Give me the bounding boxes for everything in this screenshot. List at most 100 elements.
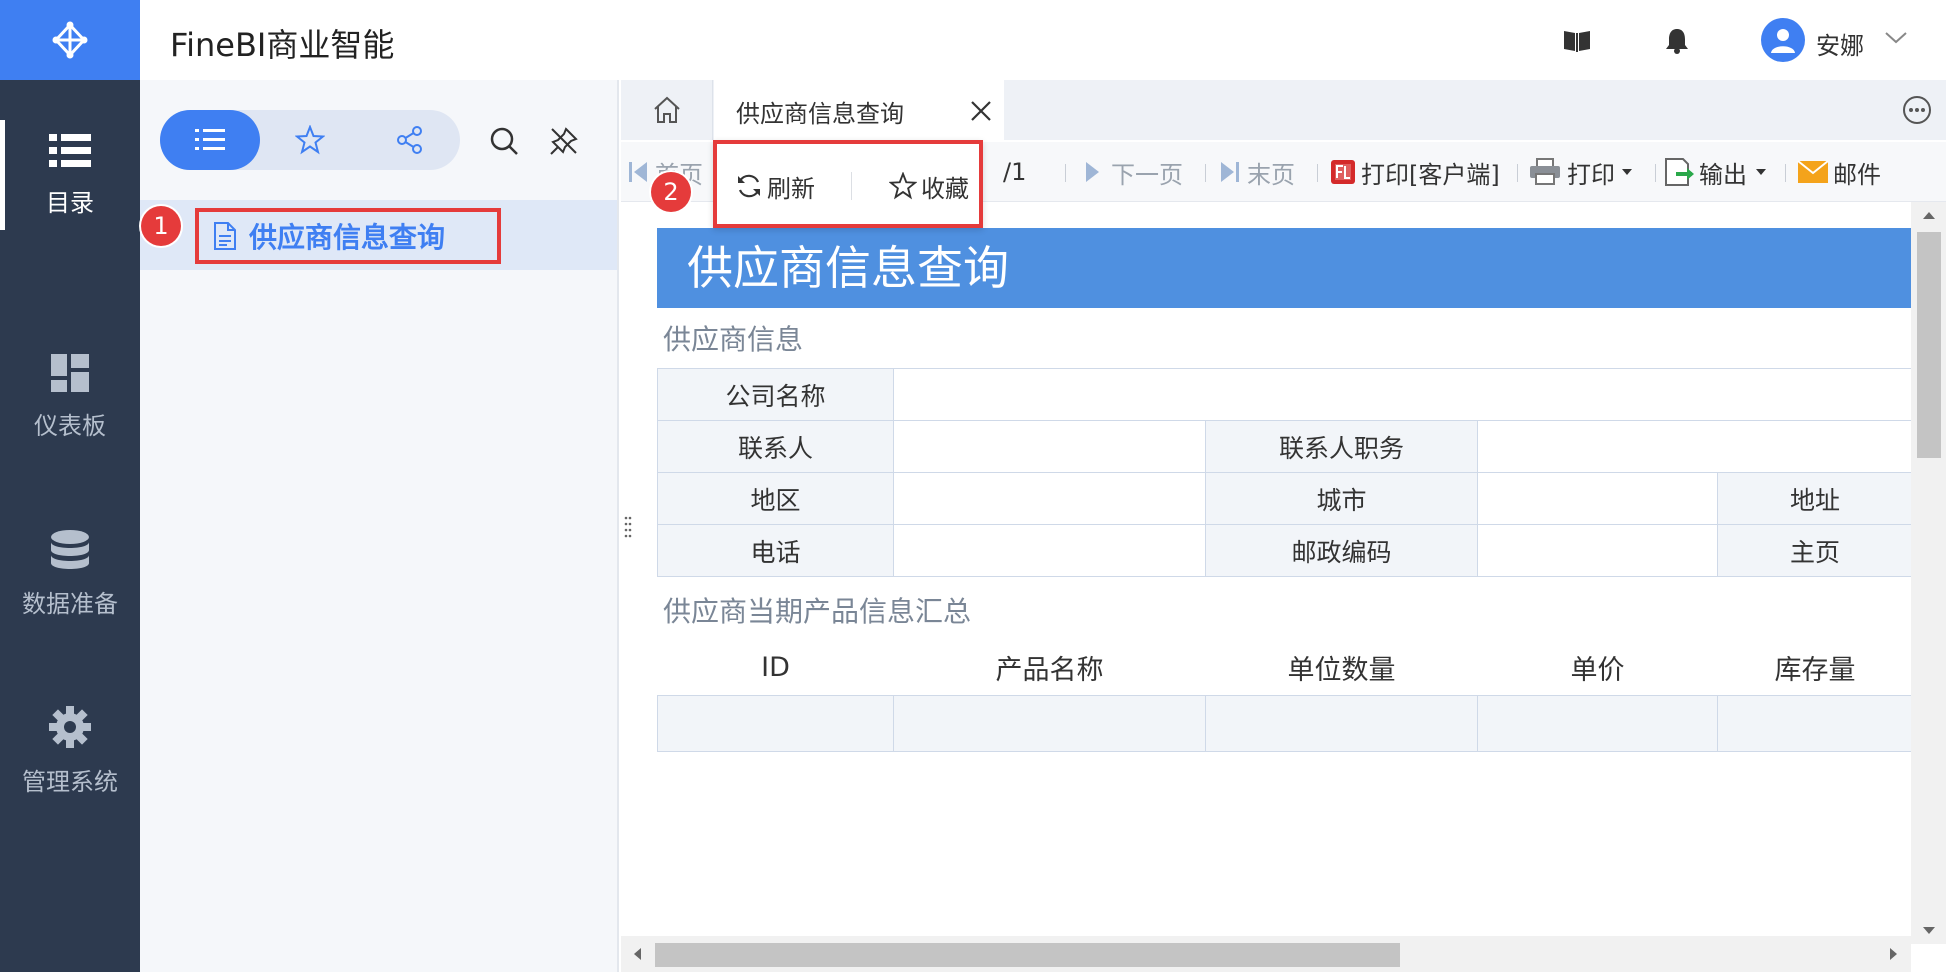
favorite-button[interactable]: 收藏 [889, 166, 969, 206]
nav-item-catalog[interactable]: 目录 [0, 120, 140, 230]
user-name[interactable]: 安娜 [1816, 26, 1864, 61]
table-row [657, 694, 1913, 752]
table-cell [1205, 694, 1478, 752]
column-header: 产品名称 [995, 655, 1104, 687]
caret-down-icon [1622, 169, 1632, 175]
field-label-company: 公司名称 [657, 368, 894, 421]
refresh-button[interactable]: 刷新 [735, 166, 815, 206]
nav-label-catalog: 目录 [46, 188, 94, 217]
field-value-phone [893, 524, 1206, 577]
horizontal-scroll-thumb[interactable] [655, 943, 1400, 967]
table-cell [1717, 694, 1913, 752]
field-value-company [893, 368, 1913, 421]
table-row: 地区 城市 地址 [657, 472, 1913, 525]
refresh-label: 刷新 [767, 174, 815, 203]
scroll-down-icon[interactable] [1922, 926, 1936, 936]
panel-splitter-handle[interactable] [624, 515, 632, 539]
toolbar-separator [1655, 164, 1656, 182]
list-icon [49, 133, 91, 167]
table-row: 公司名称 [657, 368, 1913, 421]
bell-icon[interactable] [1662, 26, 1692, 56]
next-page-button[interactable]: 下一页 [1083, 142, 1183, 202]
app-logo[interactable] [0, 0, 140, 80]
favorite-label: 收藏 [921, 174, 969, 203]
nav-label-admin: 管理系统 [22, 767, 118, 796]
dashboard-icon [51, 353, 89, 392]
book-icon[interactable] [1562, 26, 1592, 56]
horizontal-scrollbar[interactable] [621, 936, 1911, 972]
tab-supplier-query[interactable]: 供应商信息查询 [714, 80, 1004, 142]
nav-item-admin[interactable]: 管理系统 [0, 696, 140, 806]
next-page-icon [1086, 162, 1099, 182]
export-icon [1665, 158, 1694, 186]
first-page-icon [629, 162, 647, 182]
tab-favorites[interactable] [260, 110, 360, 170]
page-total: /1 [1003, 158, 1027, 186]
more-icon[interactable] [1901, 94, 1933, 126]
tab-directory-list[interactable] [160, 110, 260, 170]
vertical-scroll-thumb[interactable] [1917, 232, 1941, 458]
product-summary-table: ID 产品名称 单位数量 单价 库存量 [657, 641, 1913, 752]
scroll-up-icon[interactable] [1922, 210, 1936, 220]
last-page-label: 末页 [1247, 160, 1295, 189]
home-icon [653, 96, 680, 123]
scroll-right-icon[interactable] [1889, 947, 1899, 961]
logo-icon [52, 21, 88, 59]
field-value-postcode [1477, 524, 1718, 577]
print-client-icon [1331, 160, 1355, 184]
pin-icon[interactable] [548, 125, 580, 157]
close-icon[interactable] [968, 98, 994, 124]
export-button[interactable]: 输出 [1663, 142, 1767, 202]
tab-home[interactable] [621, 80, 713, 140]
last-page-button[interactable]: 末页 [1219, 142, 1295, 202]
field-label-contact: 联系人 [657, 420, 894, 473]
nav-item-data-prep[interactable]: 数据准备 [0, 519, 140, 629]
tree-item-supplier-query[interactable]: 供应商信息查询 [140, 200, 617, 270]
nav-item-dashboard[interactable]: 仪表板 [0, 342, 140, 452]
printer-icon [1530, 158, 1560, 185]
field-value-contact [893, 420, 1206, 473]
field-label-region: 地区 [657, 472, 894, 525]
field-value-region [893, 472, 1206, 525]
search-icon[interactable] [488, 125, 520, 157]
chevron-down-icon[interactable] [1884, 30, 1908, 46]
field-label-homepage: 主页 [1717, 524, 1913, 577]
user-avatar[interactable] [1761, 18, 1805, 62]
table-row: 电话 邮政编码 主页 [657, 524, 1913, 577]
database-icon [51, 529, 89, 569]
supplier-info-table: 公司名称 联系人 联系人职务 地区 城市 地址 电话 邮政编码 主页 [657, 368, 1913, 577]
refresh-icon [738, 174, 760, 198]
field-label-address: 地址 [1717, 472, 1913, 525]
app-title: FineBI商业智能 [170, 26, 395, 64]
print-button[interactable]: 打印 [1529, 142, 1633, 202]
star-icon [889, 172, 917, 200]
tab-title: 供应商信息查询 [736, 99, 904, 128]
top-header: FineBI商业智能 安娜 [140, 0, 1946, 80]
last-page-icon [1221, 162, 1239, 182]
highlight-box-tree-item: 供应商信息查询 [195, 208, 501, 264]
field-label-phone: 电话 [657, 524, 894, 577]
column-header: 单位数量 [1287, 655, 1396, 687]
toolbar-separator [1785, 164, 1786, 182]
report-title: 供应商信息查询 [657, 228, 1912, 308]
vertical-scrollbar[interactable] [1911, 202, 1946, 944]
annotation-badge-2: 2 [651, 172, 691, 212]
gear-icon [49, 705, 91, 748]
print-label: 打印 [1567, 160, 1615, 189]
field-value-city [1477, 472, 1718, 525]
nav-label-dashboard: 仪表板 [34, 411, 106, 440]
section-product-summary: 供应商当期产品信息汇总 [663, 595, 972, 628]
popup-separator [851, 172, 852, 200]
column-header: 单价 [1570, 655, 1625, 687]
export-label: 输出 [1699, 160, 1747, 189]
table-header-row: ID 产品名称 单位数量 单价 库存量 [658, 641, 1913, 695]
toolbar-separator [1205, 164, 1206, 182]
mail-button[interactable]: 邮件 [1797, 142, 1881, 202]
scroll-left-icon[interactable] [632, 947, 642, 961]
tab-shared[interactable] [360, 110, 460, 170]
user-icon [1771, 29, 1795, 53]
table-row: 联系人 联系人职务 [657, 420, 1913, 473]
column-header: ID [761, 652, 790, 684]
column-header: 库存量 [1774, 655, 1856, 687]
print-client-button[interactable]: 打印[客户端] [1329, 142, 1500, 202]
